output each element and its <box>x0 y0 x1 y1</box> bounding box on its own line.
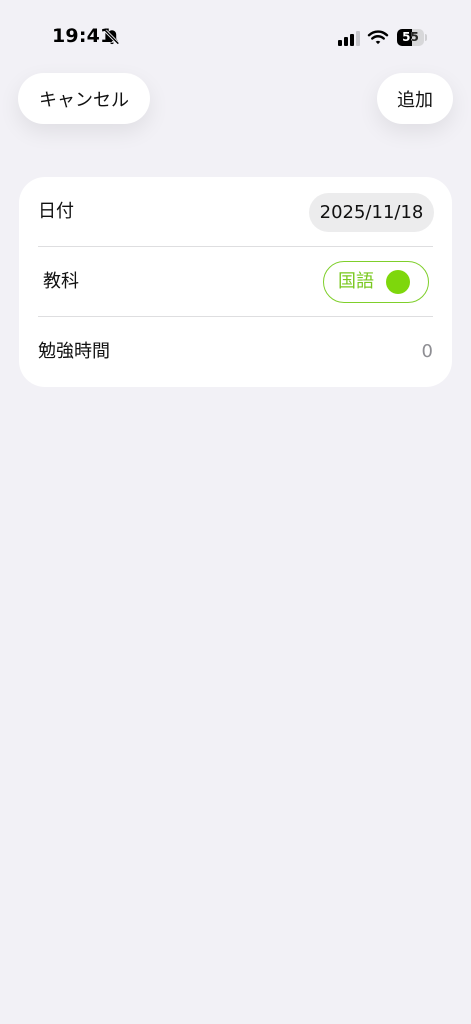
battery-indicator: 55 <box>397 29 427 46</box>
subject-row: 教科 国語 <box>19 247 452 317</box>
date-row: 日付 2025/11/18 <box>19 177 452 247</box>
add-button[interactable]: 追加 <box>377 73 453 124</box>
status-bar: 19:41 55 <box>0 0 471 70</box>
subject-label: 教科 <box>43 271 79 292</box>
subject-value: 国語 <box>338 271 374 292</box>
cancel-button[interactable]: キャンセル <box>18 73 150 124</box>
study-time-row[interactable]: 勉強時間 0 <box>19 317 452 387</box>
subject-color-dot <box>386 270 410 294</box>
study-record-form: 日付 2025/11/18 教科 国語 勉強時間 0 <box>19 177 452 387</box>
battery-cap <box>425 34 427 41</box>
study-time-label: 勉強時間 <box>38 341 110 362</box>
cellular-signal-icon <box>338 31 360 46</box>
battery-percentage: 55 <box>402 30 419 44</box>
subject-picker[interactable]: 国語 <box>323 261 429 303</box>
date-picker[interactable]: 2025/11/18 <box>309 193 434 232</box>
bell-slash-icon <box>104 29 120 45</box>
date-label: 日付 <box>38 201 74 222</box>
battery-body: 55 <box>397 29 424 46</box>
study-time-value[interactable]: 0 <box>422 317 433 387</box>
wifi-icon <box>367 30 389 45</box>
